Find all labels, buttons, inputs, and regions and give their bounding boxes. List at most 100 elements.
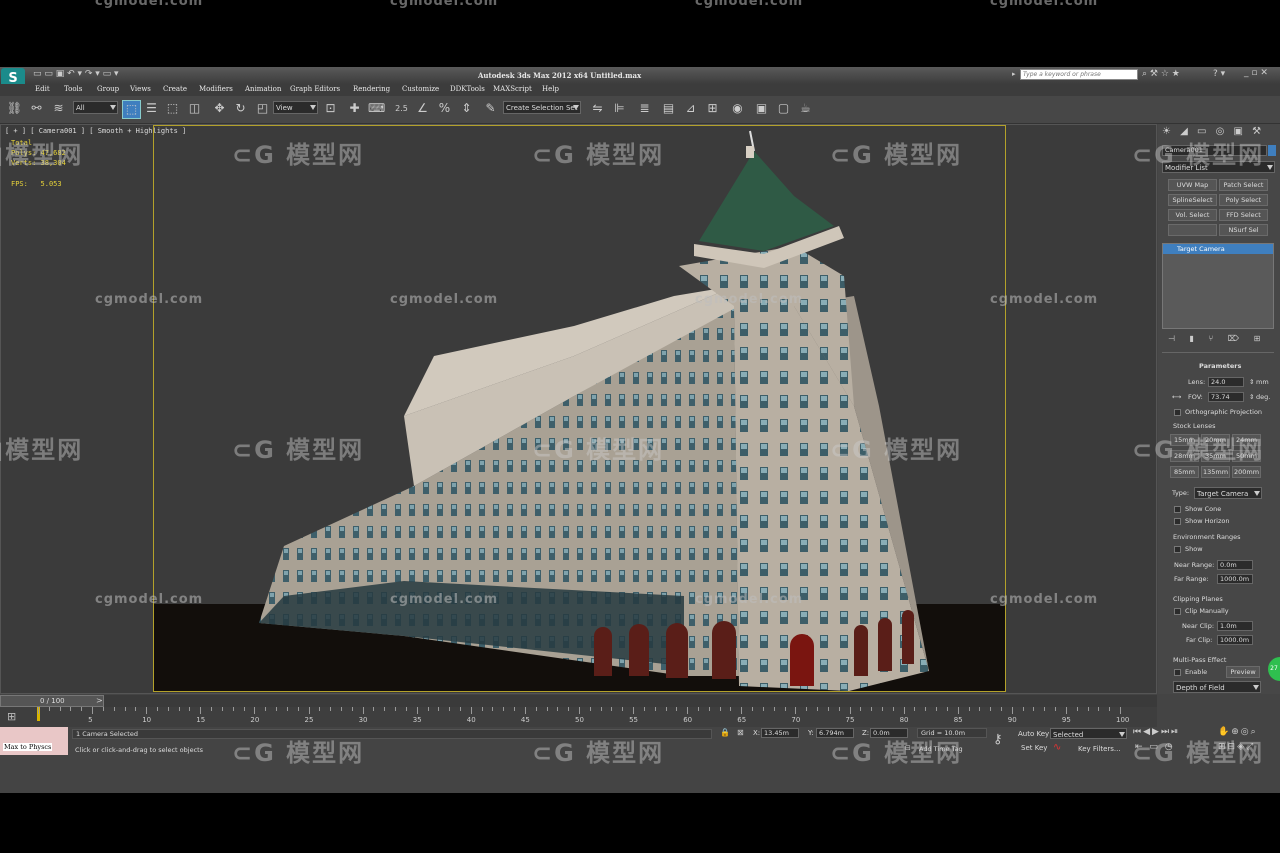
selection-region-icon[interactable]: ⬚ [164, 100, 181, 117]
menu-group[interactable]: Group [97, 85, 119, 93]
lens-85mm-button[interactable]: 85mm [1170, 466, 1199, 478]
set-key-icon[interactable]: ∿ [1053, 742, 1061, 753]
menu-rendering[interactable]: Rendering [353, 85, 390, 93]
search-tools-icons[interactable]: ⌕ ⚒ ☆ ★ [1142, 69, 1180, 79]
nsurf-sel-button[interactable]: NSurf Sel [1219, 224, 1268, 236]
select-by-name-icon[interactable]: ☰ [143, 100, 160, 117]
multipass-effect-dropdown[interactable]: Depth of Field [1173, 681, 1261, 693]
key-mode-dropdown[interactable]: Selected [1050, 728, 1127, 739]
track-bar[interactable]: ⊞ 5 10 15 20 25 30 35 40 45 50 55 60 65 70 75 80 85 90 95 1… [0, 707, 1157, 727]
maxscript-listener[interactable]: Max to Physcs [0, 727, 68, 755]
stack-tools-icons[interactable]: ⊣ ▮ ⑂ ⌦ ⊞ [1168, 334, 1266, 343]
angle-snap-icon[interactable]: ∠ [414, 100, 431, 117]
auto-key-button[interactable]: Auto Key [1018, 730, 1049, 738]
selection-filter-dropdown[interactable]: All [73, 101, 118, 114]
near-clip-field[interactable]: 1.0m [1217, 621, 1253, 631]
modifier-stack[interactable]: Target Camera [1162, 243, 1274, 329]
spline-select-button[interactable]: SplineSelect [1168, 194, 1217, 206]
move-icon[interactable]: ✥ [211, 100, 228, 117]
curve-editor-icon[interactable]: ⊿ [682, 100, 699, 117]
layer-manager-icon[interactable]: ≣ [636, 100, 653, 117]
show-horizon-checkbox[interactable] [1174, 518, 1181, 525]
absolute-mode-icon[interactable]: ⊠ [737, 728, 744, 737]
quick-access-icons[interactable]: ▭ ▭ ▣ ↶ ▾ ↷ ▾ ▭ ▾ [33, 69, 119, 79]
show-cone-checkbox[interactable] [1174, 506, 1181, 513]
menu-edit[interactable]: Edit [35, 85, 50, 93]
camera-viewport[interactable]: [ + ] [ Camera001 ] [ Smooth + Highlight… [0, 124, 1157, 694]
named-selection-dropdown[interactable]: Create Selection Set [503, 101, 581, 114]
menu-graph-editors[interactable]: Graph Editors [290, 85, 340, 93]
edit-named-selection-icon[interactable]: ✎ [482, 100, 499, 117]
render-setup-icon[interactable]: ▣ [753, 100, 770, 117]
fov-spinner[interactable]: ⇕ [1249, 393, 1254, 401]
help-icon[interactable]: ? ▾ [1213, 69, 1225, 79]
key-icon[interactable]: ⚷ [993, 732, 1003, 747]
menu-customize[interactable]: Customize [402, 85, 439, 93]
percent-snap-icon[interactable]: % [436, 100, 453, 117]
uvw-map-button[interactable]: UVW Map [1168, 179, 1217, 191]
object-color-swatch[interactable] [1268, 145, 1276, 156]
set-key-button[interactable]: Set Key [1021, 744, 1047, 752]
menu-modifiers[interactable]: Modifiers [199, 85, 233, 93]
env-show-checkbox[interactable] [1174, 546, 1181, 553]
poly-select-button[interactable]: Poly Select [1219, 194, 1268, 206]
key-filters-button[interactable]: Key Filters... [1078, 745, 1121, 753]
menu-views[interactable]: Views [130, 85, 151, 93]
menu-animation[interactable]: Animation [245, 85, 281, 93]
lens-135mm-button[interactable]: 135mm [1201, 466, 1230, 478]
lens-200mm-button[interactable]: 200mm [1232, 466, 1261, 478]
track-bar-menu-icon[interactable]: ⊞ [7, 710, 16, 723]
empty-modifier-button[interactable] [1168, 224, 1217, 236]
fov-field[interactable]: 73.74 [1208, 392, 1244, 402]
rendered-frame-icon[interactable]: ▢ [775, 100, 792, 117]
menu-tools[interactable]: Tools [64, 85, 82, 93]
far-range-field[interactable]: 1000.0m [1217, 574, 1253, 584]
next-frame-icon[interactable]: > [96, 696, 103, 705]
far-clip-field[interactable]: 1000.0m [1217, 635, 1253, 645]
menu-ddktools[interactable]: DDKTools [450, 85, 485, 93]
multipass-enable-checkbox[interactable] [1174, 669, 1181, 676]
floating-badge[interactable]: 27 [1268, 657, 1280, 681]
script-label[interactable]: Max to Physcs [3, 743, 53, 751]
scale-icon[interactable]: ◰ [254, 100, 271, 117]
ffd-select-button[interactable]: FFD Select [1219, 209, 1268, 221]
time-slider[interactable]: < 0 / 100 > [0, 695, 1157, 707]
lens-spinner[interactable]: ⇕ [1249, 378, 1254, 386]
spinner-snap-icon[interactable]: ⇕ [458, 100, 475, 117]
lens-field[interactable]: 24.0 [1208, 377, 1244, 387]
x-coord-field[interactable]: 13.45m [761, 728, 799, 738]
patch-select-button[interactable]: Patch Select [1219, 179, 1268, 191]
menu-help[interactable]: Help [542, 85, 559, 93]
camera-type-dropdown[interactable]: Target Camera [1194, 487, 1262, 499]
select-manipulate-icon[interactable]: ✚ [346, 100, 363, 117]
select-object-icon[interactable]: ⬚ [122, 100, 141, 119]
stack-item-target-camera[interactable]: Target Camera [1163, 244, 1273, 254]
link-icon[interactable]: ⛓ [6, 100, 23, 117]
rotate-icon[interactable]: ↻ [232, 100, 249, 117]
schematic-view-icon[interactable]: ⊞ [704, 100, 721, 117]
align-icon[interactable]: ⊫ [611, 100, 628, 117]
pivot-center-icon[interactable]: ⊡ [322, 100, 339, 117]
material-editor-icon[interactable]: ◉ [729, 100, 746, 117]
near-range-field[interactable]: 0.0m [1217, 560, 1253, 570]
clip-manually-checkbox[interactable] [1174, 608, 1181, 615]
window-crossing-icon[interactable]: ◫ [186, 100, 203, 117]
mirror-icon[interactable]: ⇋ [589, 100, 606, 117]
snap-toggle-icon[interactable]: 2.5 [393, 100, 410, 117]
lock-icon[interactable]: 🔒 [720, 728, 730, 737]
unlink-icon[interactable]: ⚯ [28, 100, 45, 117]
menu-create[interactable]: Create [163, 85, 187, 93]
preview-button[interactable]: Preview [1226, 666, 1260, 678]
bind-spacewarp-icon[interactable]: ≋ [50, 100, 67, 117]
vol-select-button[interactable]: Vol. Select [1168, 209, 1217, 221]
menu-maxscript[interactable]: MAXScript [493, 85, 532, 93]
window-controls[interactable]: _ ▫ ✕ [1244, 68, 1268, 78]
parameters-rollout-title[interactable]: Parameters [1199, 362, 1241, 370]
ortho-checkbox[interactable] [1174, 409, 1181, 416]
render-production-icon[interactable]: ☕ [797, 100, 814, 117]
search-input[interactable]: Type a keyword or phrase [1020, 69, 1138, 80]
graphite-ribbon-icon[interactable]: ▤ [660, 100, 677, 117]
arrow-right-icon[interactable]: ▸ [1012, 70, 1016, 78]
reference-coord-dropdown[interactable]: View [273, 101, 318, 114]
keyboard-shortcut-icon[interactable]: ⌨ [368, 100, 385, 117]
